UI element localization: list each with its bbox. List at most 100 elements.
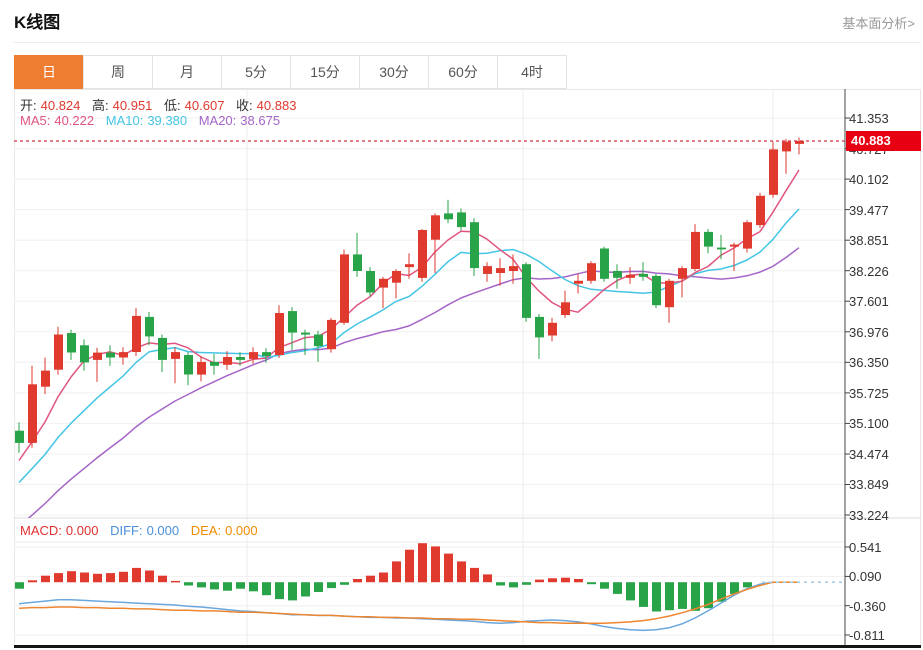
price-axis-label: 35.100 — [849, 416, 919, 431]
candle — [522, 262, 531, 322]
macd-bar — [158, 576, 167, 583]
candle — [769, 142, 778, 198]
candle — [379, 277, 388, 308]
candle — [340, 250, 349, 325]
dea-label: DEA: — [191, 523, 221, 538]
tab-5分[interactable]: 5分 — [221, 55, 291, 89]
macd-bar — [171, 581, 180, 583]
candle — [704, 229, 713, 253]
close-value: 40.883 — [257, 98, 297, 113]
candle — [795, 138, 804, 155]
candle — [366, 267, 375, 296]
macd-bar — [678, 582, 687, 609]
macd-label: MACD: — [20, 523, 62, 538]
candle — [392, 269, 401, 298]
diff-label: DIFF: — [110, 523, 143, 538]
candle — [457, 209, 466, 231]
ma20-value: 38.675 — [240, 113, 280, 128]
macd-bar — [392, 561, 401, 582]
candle — [717, 235, 726, 259]
macd-bar — [470, 568, 479, 582]
price-axis-label: 38.851 — [849, 233, 919, 248]
price-axis-label: 41.353 — [849, 111, 919, 126]
candle — [431, 213, 440, 273]
macd-bar — [496, 582, 505, 585]
price-axis-label: 37.601 — [849, 294, 919, 309]
macd-bar — [366, 576, 375, 583]
low-value: 40.607 — [185, 98, 225, 113]
macd-legend: MACD:0.000 DIFF:0.000 DEA:0.000 — [20, 523, 266, 538]
candle — [756, 193, 765, 228]
ohlc-legend: 开:40.824 高:40.951 低:40.607 收:40.883 — [20, 95, 304, 114]
candle — [626, 267, 635, 284]
candle — [28, 366, 37, 448]
macd-bar — [249, 582, 258, 591]
ma10-value: 39.380 — [147, 113, 187, 128]
macd-bar — [145, 571, 154, 583]
macd-bar — [522, 582, 531, 585]
candle — [132, 308, 141, 356]
macd-bar — [54, 573, 63, 582]
macd-bar — [652, 582, 661, 611]
dea-value: 0.000 — [225, 523, 258, 538]
candle — [67, 330, 76, 360]
tab-60分[interactable]: 60分 — [428, 55, 498, 89]
last-price-badge: 40.883 — [846, 131, 921, 151]
candle — [184, 352, 193, 385]
macd-bar — [210, 582, 219, 589]
open-value: 40.824 — [41, 98, 81, 113]
macd-bar — [431, 546, 440, 582]
candle — [353, 233, 362, 277]
price-axis-label: 40.102 — [849, 172, 919, 187]
high-value: 40.951 — [113, 98, 153, 113]
tab-15分[interactable]: 15分 — [290, 55, 360, 89]
candle — [561, 291, 570, 318]
macd-bar — [223, 582, 232, 591]
candle — [548, 318, 557, 341]
candle — [249, 347, 258, 364]
macd-bar — [301, 582, 310, 596]
tab-日[interactable]: 日 — [14, 55, 84, 89]
macd-bar — [743, 582, 752, 587]
candle — [54, 327, 63, 375]
macd-bar — [197, 582, 206, 587]
candle — [743, 220, 752, 252]
tab-4时[interactable]: 4时 — [497, 55, 567, 89]
candle — [145, 312, 154, 345]
macd-bar — [561, 578, 570, 583]
macd-bar — [288, 582, 297, 600]
macd-bar — [262, 582, 271, 595]
candle — [93, 348, 102, 382]
candle — [613, 264, 622, 288]
macd-bar — [80, 573, 89, 583]
macd-bar — [457, 561, 466, 582]
macd-bar — [106, 573, 115, 582]
macd-bar — [574, 579, 583, 582]
close-label: 收: — [236, 98, 253, 113]
macd-bar — [626, 582, 635, 600]
tab-周[interactable]: 周 — [83, 55, 153, 89]
tab-月[interactable]: 月 — [152, 55, 222, 89]
low-label: 低: — [164, 98, 181, 113]
macd-value: 0.000 — [66, 523, 99, 538]
candle — [496, 258, 505, 285]
tab-30分[interactable]: 30分 — [359, 55, 429, 89]
macd-bar — [184, 582, 193, 585]
macd-bar — [353, 579, 362, 582]
candle — [444, 200, 453, 224]
ma5-label: MA5: — [20, 113, 50, 128]
macd-axis-label: 0.090 — [849, 569, 919, 584]
ma-legend: MA5:40.222 MA10:39.380 MA20:38.675 — [20, 113, 288, 128]
price-axis-label: 36.350 — [849, 355, 919, 370]
candle — [418, 229, 427, 282]
ma20-label: MA20: — [199, 113, 237, 128]
candle — [483, 262, 492, 282]
candle — [600, 247, 609, 282]
candle — [158, 335, 167, 373]
macd-bar — [275, 582, 284, 599]
macd-bar — [314, 582, 323, 592]
candle — [691, 224, 700, 271]
macd-bar — [665, 582, 674, 610]
macd-bar — [613, 582, 622, 594]
period-tabs: 日周月5分15分30分60分4时 — [14, 55, 567, 89]
